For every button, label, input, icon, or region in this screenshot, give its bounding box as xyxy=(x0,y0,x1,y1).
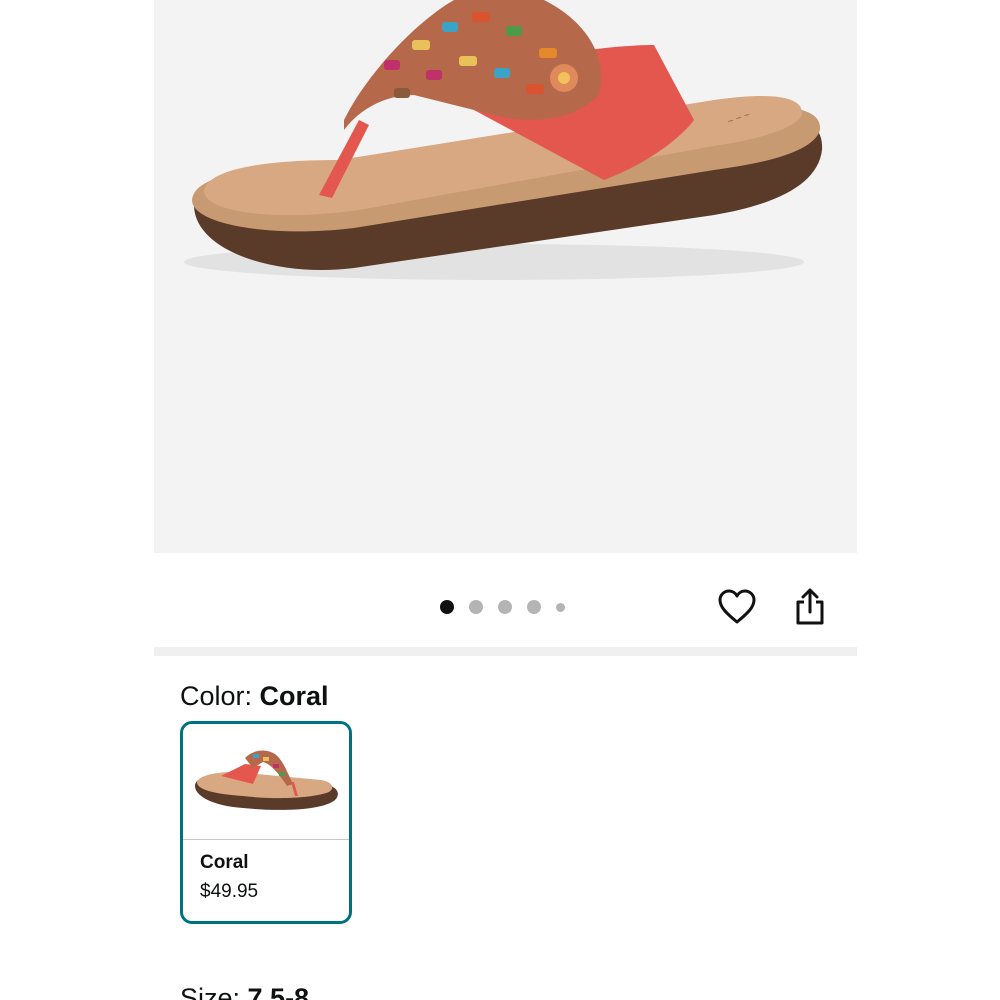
selected-color-value: Coral xyxy=(259,681,329,711)
image-carousel-dots[interactable] xyxy=(440,600,565,614)
carousel-dot-5[interactable] xyxy=(556,602,565,612)
section-divider xyxy=(154,647,857,656)
carousel-dot-2[interactable] xyxy=(469,600,483,614)
product-image[interactable]: ~ ~ ~ xyxy=(154,0,857,553)
size-label-prefix: Size: xyxy=(180,983,248,1000)
carousel-dot-3[interactable] xyxy=(498,600,512,614)
swatch-sandal-image xyxy=(195,750,338,810)
heart-outline-icon xyxy=(718,589,756,624)
sandal-illustration: ~ ~ ~ xyxy=(184,0,823,280)
swatch-thumbnail xyxy=(183,724,349,840)
swatch-color-name: Coral xyxy=(200,852,249,873)
color-label: Color: Coral xyxy=(180,680,329,712)
size-label: Size: 7.5-8 xyxy=(180,982,309,1000)
color-label-prefix: Color: xyxy=(180,681,260,711)
swatch-price: $49.95 xyxy=(200,881,259,902)
share-icon xyxy=(796,588,824,625)
carousel-dot-1[interactable] xyxy=(440,600,454,614)
product-page: ~ ~ ~ Color: Coral Coral $49.95 Size: 7.… xyxy=(0,0,1000,1000)
share-button[interactable] xyxy=(788,585,832,629)
color-swatch-coral[interactable]: Coral $49.95 xyxy=(180,721,352,924)
selected-size-value: 7.5-8 xyxy=(247,983,310,1000)
carousel-dot-4[interactable] xyxy=(527,600,541,614)
wishlist-button[interactable] xyxy=(715,585,759,629)
